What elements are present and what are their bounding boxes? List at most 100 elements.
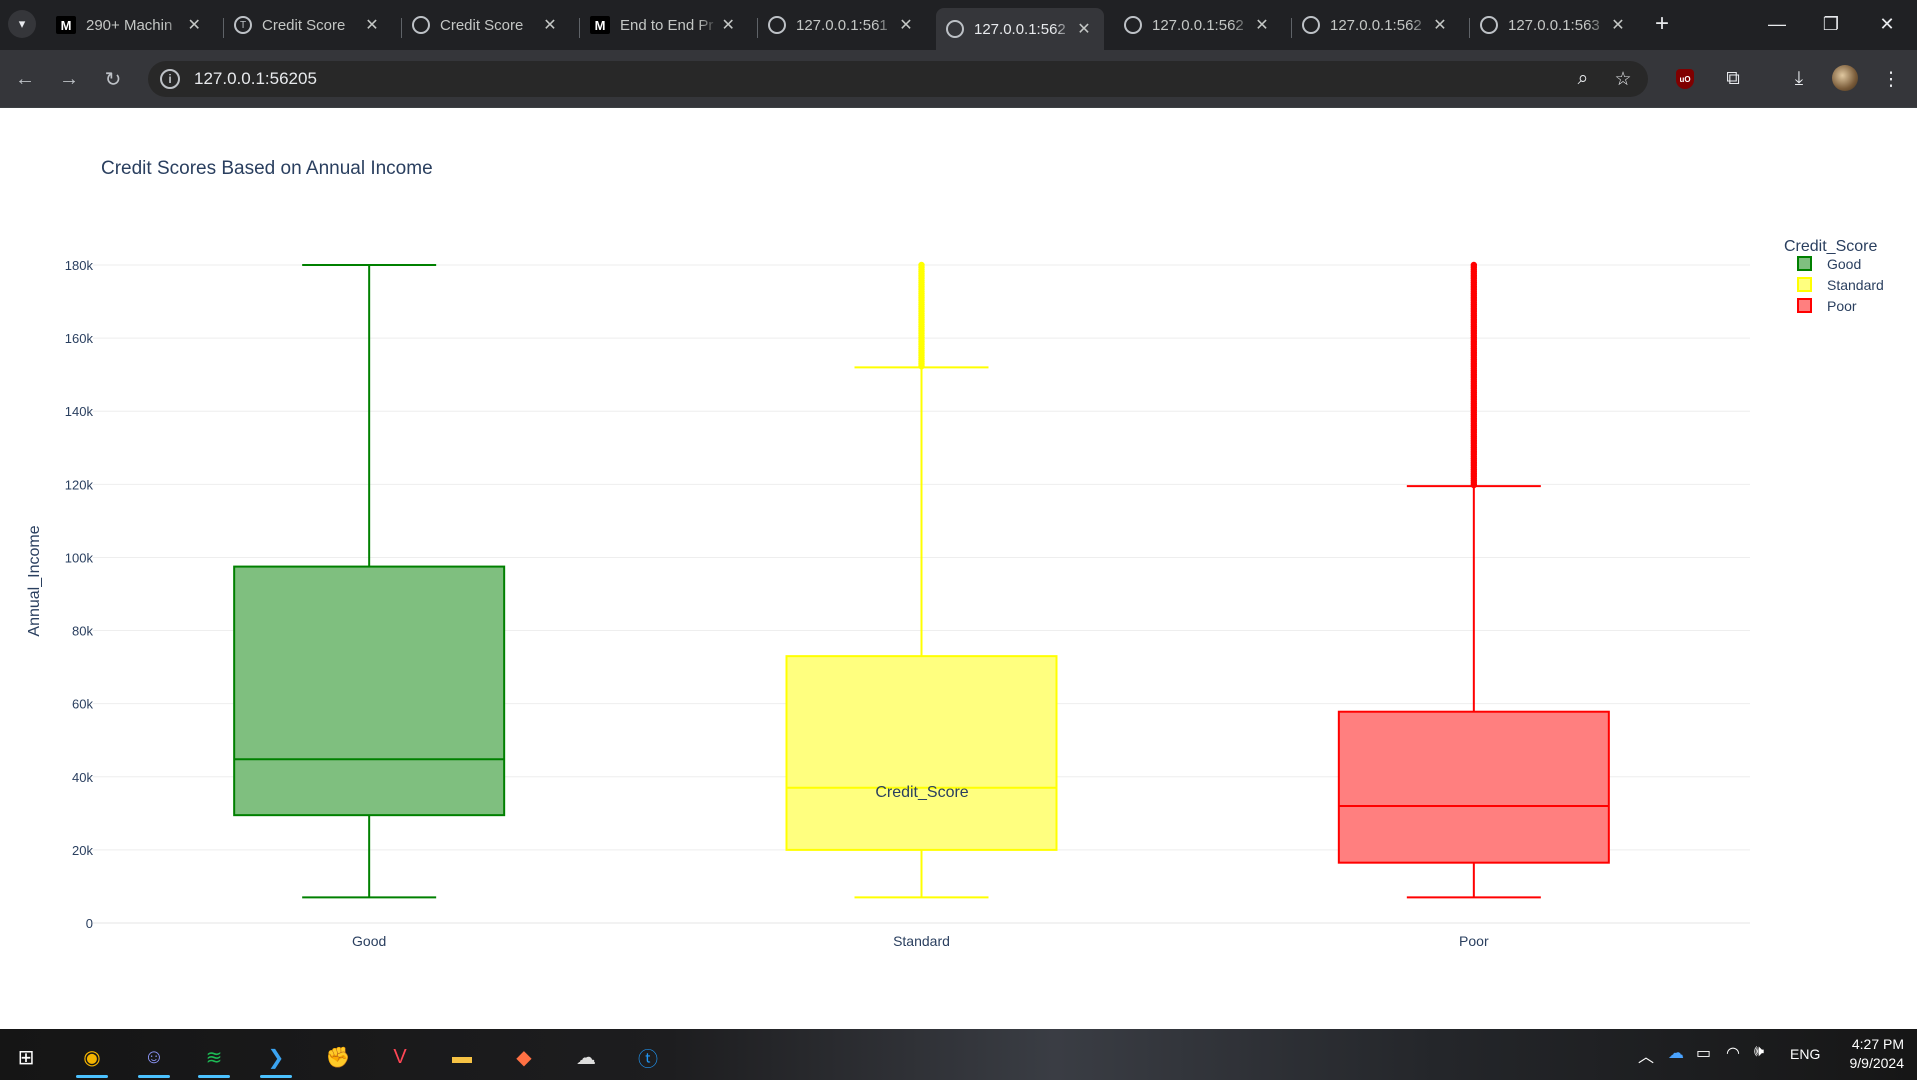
clock-date: 9/9/2024 [1849,1055,1905,1071]
tab-title: 127.0.0.1:563 [1508,16,1600,34]
x-tick-labels: Good Standard Poor [352,933,1489,949]
y-tick-label: 60k [72,697,93,712]
running-indicator [76,1075,108,1078]
iqr-box[interactable] [233,565,506,817]
chrome-icon[interactable]: ◉ [70,1037,114,1078]
zoom-icon[interactable]: ⌕ [1570,66,1596,92]
tab-close-icon[interactable]: ✕ [1074,19,1094,39]
tab-8[interactable]: 127.0.0.1:562 ✕ [1292,8,1460,42]
tab-close-icon[interactable]: ✕ [1252,15,1272,35]
valorant-icon[interactable]: V [378,1037,422,1077]
restore-button[interactable]: ❐ [1808,8,1854,40]
y-tick-labels: 0 20k 40k 60k 80k 100k 120k 140k 160k 180k [65,258,94,931]
box-standard[interactable] [785,261,1058,899]
globe-icon [946,20,964,38]
t-logo-icon: T [234,16,252,34]
reload-button[interactable]: ↻ [96,62,130,96]
running-indicator [260,1075,292,1078]
box-poor[interactable] [1337,261,1610,899]
discord-icon[interactable]: ☺ [132,1037,176,1078]
tab-close-icon[interactable]: ✕ [184,15,204,35]
y-tick-label: 160k [65,331,94,346]
windows-taskbar: ⊞ ◉ ☺ ≋ ❯ ✊ V ▬ ◆ ☁ ⓣ ︿ ☁ ▭ ◠ 🕪 ENG 4:27 PM 9/9/20… [0,1029,1917,1080]
tab-7[interactable]: 127.0.0.1:562 ✕ [1114,8,1282,42]
legend-swatch-standard[interactable] [1797,277,1812,292]
file-explorer-icon[interactable]: ▬ [440,1037,484,1077]
volume-icon[interactable]: 🕪 [1754,1043,1764,1061]
package-icon[interactable]: ◆ [502,1037,546,1077]
running-indicator [138,1075,170,1078]
bookmark-star-icon[interactable]: ☆ [1610,66,1636,92]
legend-item-good[interactable]: Good [1827,256,1861,272]
tab-separator [1291,18,1292,38]
battery-icon[interactable]: ▭ [1696,1043,1711,1063]
tab-2[interactable]: T Credit Score ✕ [224,8,392,42]
tab-4[interactable]: M End to End Pr ✕ [580,8,748,42]
medium-icon: M [56,16,76,34]
menu-kebab-icon[interactable]: ⋮ [1876,64,1906,94]
new-tab-button[interactable]: + [1648,10,1676,38]
page-content: Credit Scores Based on Annual Income 0 20… [0,109,1917,1029]
onedrive-icon[interactable]: ☁ [1668,1043,1684,1063]
tab-6[interactable]: 127.0.0.1:562 ✕ [936,8,1104,50]
legend-item-poor[interactable]: Poor [1827,298,1857,314]
legend-swatch-poor[interactable] [1797,298,1812,313]
site-info-icon[interactable]: i [160,69,180,89]
forward-button[interactable]: → [52,62,86,96]
x-tick-label: Poor [1459,933,1489,949]
clock-time: 4:27 PM [1851,1036,1904,1052]
iqr-box[interactable] [785,655,1058,851]
tab-9[interactable]: 127.0.0.1:563 ✕ [1470,8,1638,42]
minimize-button[interactable]: — [1754,8,1800,40]
globe-icon [1480,16,1498,34]
tab-search-button[interactable]: ▾ [8,10,36,38]
t-app-icon[interactable]: ⓣ [626,1037,670,1077]
ublock-extension-icon[interactable]: uO [1676,69,1694,89]
box-good[interactable] [233,264,506,899]
legend-item-standard[interactable]: Standard [1827,277,1884,293]
tab-close-icon[interactable]: ✕ [362,15,382,35]
y-tick-label: 20k [72,843,93,858]
tab-close-icon[interactable]: ✕ [540,15,560,35]
boxes [233,261,1610,899]
box-plot-chart: Credit Scores Based on Annual Income 0 20… [26,158,1884,949]
vscode-icon[interactable]: ❯ [254,1037,298,1078]
outlier-points[interactable] [918,261,925,370]
close-window-button[interactable]: ✕ [1864,8,1910,40]
iqr-box[interactable] [1337,710,1610,864]
tab-close-icon[interactable]: ✕ [718,15,738,35]
address-bar[interactable]: i 127.0.0.1:56205 ⌕ ☆ [148,61,1648,97]
tab-separator [1469,18,1470,38]
legend-swatch-good[interactable] [1797,256,1812,271]
start-icon[interactable]: ⊞ [4,1037,48,1077]
tab-close-icon[interactable]: ✕ [1608,15,1628,35]
spotify-icon[interactable]: ≋ [192,1037,236,1078]
download-icon[interactable]: ⤓ [1784,64,1814,94]
language-indicator[interactable]: ENG [1790,1046,1820,1062]
tab-5[interactable]: 127.0.0.1:561 ✕ [758,8,926,42]
y-tick-label: 80k [72,624,93,639]
tab-separator [223,18,224,38]
tab-close-icon[interactable]: ✕ [1430,15,1450,35]
mouse-app-icon[interactable]: ☁ [564,1037,608,1077]
back-button[interactable]: ← [8,62,42,96]
x-tick-label: Good [352,933,386,949]
outlier-points[interactable] [1470,261,1478,489]
url-text[interactable]: 127.0.0.1:56205 [194,69,317,89]
wifi-icon[interactable]: ◠ [1726,1043,1740,1063]
riot-icon[interactable]: ✊ [316,1037,360,1077]
tab-1[interactable]: M 290+ Machin ✕ [46,8,214,42]
extensions-puzzle-icon[interactable]: ⧉ [1718,64,1748,94]
globe-icon [768,16,786,34]
tab-close-icon[interactable]: ✕ [896,15,916,35]
y-tick-label: 120k [65,477,94,492]
x-axis-label: Credit_Score [875,784,968,801]
clock[interactable]: 4:27 PM 9/9/2024 [1834,1035,1905,1073]
tab-separator [579,18,580,38]
legend[interactable]: Credit_Score Good Standard Poor [1784,238,1884,314]
y-tick-label: 140k [65,404,94,419]
show-hidden-icons-chevron[interactable]: ︿ [1638,1043,1654,1067]
tab-3[interactable]: Credit Score ✕ [402,8,570,42]
chatgpt-icon [412,16,430,34]
profile-avatar[interactable] [1832,65,1858,91]
